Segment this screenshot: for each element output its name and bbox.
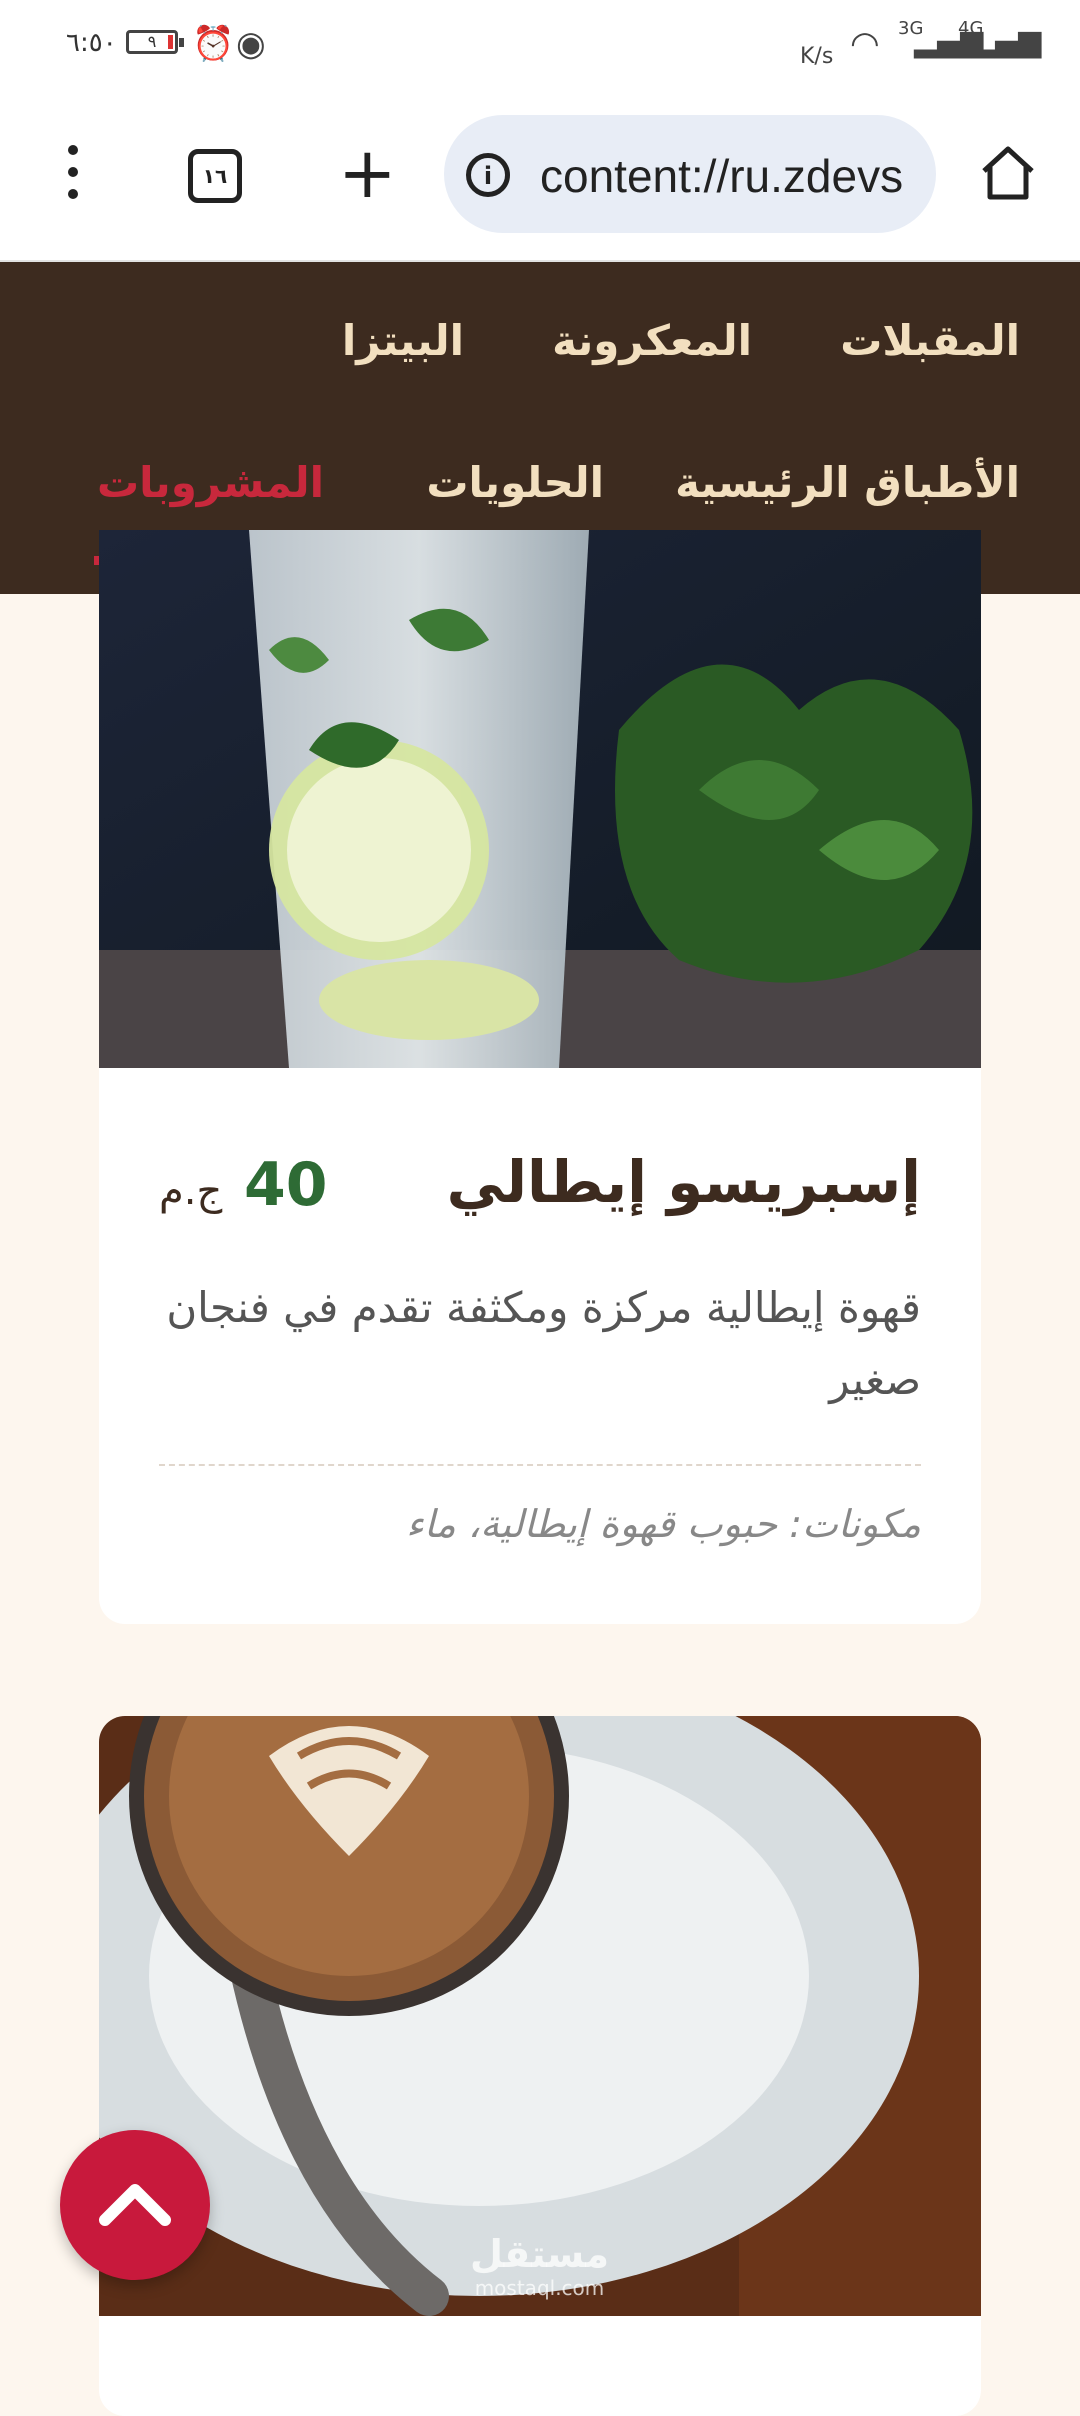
nav-item-main-dishes[interactable]: الأطباق الرئيسية [675,458,1020,507]
menu-item-card [99,1716,981,2416]
dish-price: 40 [244,1150,328,1220]
eye-icon: ◉ [236,24,266,64]
watermark-domain: mostaql.com [474,2276,605,2300]
battery-icon: ٩ [126,30,184,54]
address-bar[interactable]: i content://ru.zdevs [444,115,936,233]
home-icon[interactable] [978,143,1038,203]
status-time: ٦:٥٠ [66,28,117,58]
nav-item-drinks[interactable]: المشروبات [97,458,324,507]
menu-item-card: إسبريسو إيطالي 40 ج.م قهوة إيطالية مركزة… [99,530,981,1624]
price-currency: ج.م [159,1168,223,1214]
alarm-icon: ⏰ [192,24,235,64]
nav-item-desserts[interactable]: الحلويات [426,458,604,507]
tab-count: ١٦ [202,164,228,188]
scroll-to-top-button[interactable] [60,2130,210,2280]
signal-icon: ▂▄▆ [972,24,1042,59]
chevron-up-icon [99,2184,171,2226]
url-text[interactable]: content://ru.zdevs [540,149,903,203]
more-options-icon[interactable] [58,145,88,205]
divider [159,1464,921,1466]
network-speed: K/s [800,44,834,69]
dish-description: قهوة إيطالية مركزة ومكثفة تقدم في فنجان … [166,1283,921,1404]
watermark: مستقل mostaql.com [470,2232,609,2300]
dish-title: إسبريسو إيطالي [446,1148,921,1216]
wifi-icon: ◠ [850,24,880,64]
browser-toolbar: ١٦ + i content://ru.zdevs [0,95,1080,262]
mojito-image [99,530,981,1068]
tabs-button[interactable]: ١٦ [188,149,242,203]
watermark-brand: مستقل [470,2232,609,2276]
info-icon[interactable]: i [466,153,510,197]
dish-ingredients: مكونات: حبوب قهوة إيطالية، ماء [406,1502,921,1546]
nav-item-pasta[interactable]: المعكرونة [552,316,752,365]
coffee-image [99,1716,981,2316]
status-bar: ٦:٥٠ ٩ ⏰ ◉ K/s ◠ 3G ▂▄▆ 4G ▂▄▆ [0,0,1080,95]
battery-level: ٩ [147,32,157,51]
new-tab-icon[interactable]: + [338,133,397,213]
nav-item-appetizers[interactable]: المقبلات [840,316,1020,365]
nav-item-pizza[interactable]: البيتزا [342,316,464,365]
